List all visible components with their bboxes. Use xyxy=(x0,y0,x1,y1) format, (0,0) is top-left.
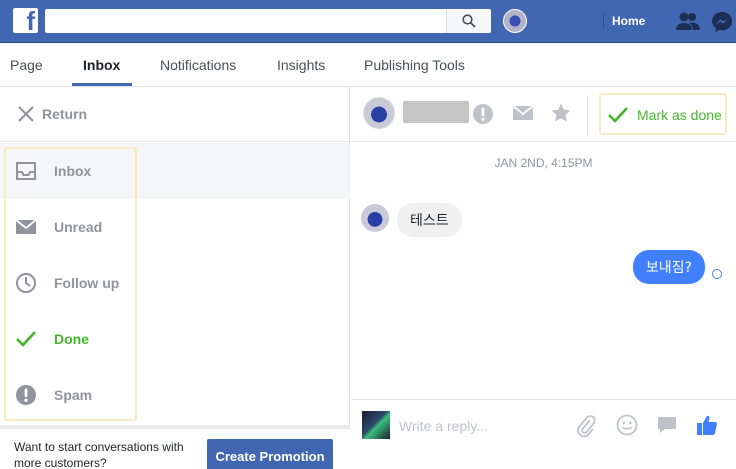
facebook-logo-icon[interactable]: f xyxy=(13,8,38,33)
messenger-icon[interactable] xyxy=(711,11,733,33)
sidebar-item-follow-up[interactable]: Follow up xyxy=(0,255,350,311)
sidebar-item-spam[interactable]: Spam xyxy=(0,367,350,423)
mark-as-done-button[interactable]: Mark as done xyxy=(599,93,727,135)
message-timestamp: JAN 2ND, 4:15PM xyxy=(494,156,593,170)
reply-composer xyxy=(351,399,736,469)
home-link[interactable]: Home xyxy=(612,14,645,28)
sidebar-item-label: Done xyxy=(54,331,89,347)
friends-icon[interactable] xyxy=(676,11,700,31)
search-input[interactable] xyxy=(45,9,445,33)
star-icon[interactable] xyxy=(550,102,572,124)
attachment-icon[interactable] xyxy=(575,414,597,438)
topbar-divider xyxy=(603,13,604,29)
sidebar-item-unread[interactable]: Unread xyxy=(0,199,350,255)
alert-icon xyxy=(16,385,36,405)
reply-input[interactable] xyxy=(399,416,599,436)
tab-publishing-tools[interactable]: Publishing Tools xyxy=(364,57,465,73)
sidebar-item-label: Spam xyxy=(54,387,93,403)
contact-avatar[interactable] xyxy=(363,97,395,129)
envelope-icon xyxy=(15,219,37,234)
promotion-text: Want to start conversations with more cu… xyxy=(14,440,184,469)
outgoing-message: 보내짐? xyxy=(632,250,705,284)
top-navigation-bar: f Home xyxy=(0,0,736,43)
sent-status-icon xyxy=(712,269,722,279)
facebook-logo-letter: f xyxy=(26,8,35,33)
inbox-sidebar: Return Inbox Unread Follow up Done Spam … xyxy=(0,87,350,469)
sidebar-item-inbox[interactable]: Inbox xyxy=(0,143,350,199)
sidebar-item-label: Unread xyxy=(54,219,103,235)
check-icon xyxy=(608,107,628,123)
create-promotion-button[interactable]: Create Promotion xyxy=(207,439,333,469)
mark-unread-icon[interactable] xyxy=(513,105,533,121)
tab-page[interactable]: Page xyxy=(10,57,43,73)
conversation-pane: Mark as done JAN 2ND, 4:15PM 테스트 보내짐? xyxy=(351,87,736,469)
search-box xyxy=(45,9,491,33)
profile-avatar[interactable] xyxy=(503,9,527,33)
sticker-icon[interactable] xyxy=(656,415,678,435)
sidebar-item-done[interactable]: Done xyxy=(0,311,350,367)
page-avatar xyxy=(362,411,390,439)
promotion-footer: Want to start conversations with more cu… xyxy=(0,425,350,469)
search-icon xyxy=(462,14,476,28)
close-icon xyxy=(18,106,34,122)
sender-avatar xyxy=(361,204,389,232)
incoming-message: 테스트 xyxy=(397,203,462,237)
contact-name-redacted xyxy=(403,101,469,123)
return-label: Return xyxy=(42,106,88,122)
tab-inbox[interactable]: Inbox xyxy=(83,57,120,73)
conversation-header: Mark as done xyxy=(351,87,736,142)
sidebar-item-label: Follow up xyxy=(54,275,120,291)
page-tab-bar: Page Inbox Notifications Insights Publis… xyxy=(0,43,736,87)
sidebar-item-label: Inbox xyxy=(54,163,92,179)
check-icon xyxy=(16,331,36,347)
emoji-icon[interactable] xyxy=(616,414,638,436)
active-tab-indicator xyxy=(72,83,132,86)
tab-notifications[interactable]: Notifications xyxy=(160,57,236,73)
header-divider xyxy=(587,95,588,135)
spam-alert-icon[interactable] xyxy=(472,103,494,125)
search-button[interactable] xyxy=(446,9,491,33)
return-button[interactable]: Return xyxy=(0,87,350,142)
inbox-tray-icon xyxy=(16,162,36,180)
tab-insights[interactable]: Insights xyxy=(277,57,325,73)
clock-icon xyxy=(16,273,36,293)
mark-as-done-label: Mark as done xyxy=(637,107,722,123)
thumbs-up-icon[interactable] xyxy=(695,413,719,437)
